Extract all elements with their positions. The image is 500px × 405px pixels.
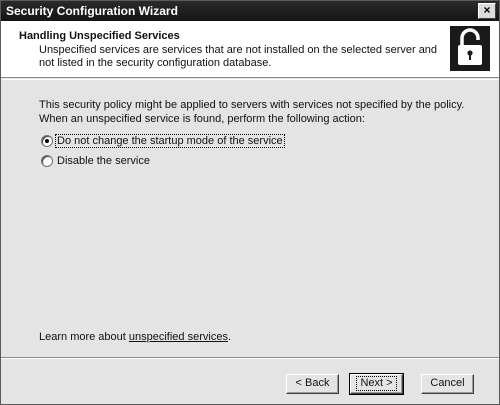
option-keep-startup-mode[interactable]: Do not change the startup mode of the se…: [41, 133, 285, 149]
back-button[interactable]: < Back: [286, 374, 339, 394]
footer-divider: [1, 357, 499, 359]
next-button-label: Next >: [356, 376, 397, 391]
next-button[interactable]: Next >: [349, 373, 404, 395]
wizard-header: Handling Unspecified Services Unspecifie…: [1, 21, 499, 78]
title-bar[interactable]: Security Configuration Wizard ×: [1, 1, 499, 21]
learn-more: Learn more about unspecified services.: [39, 331, 231, 343]
cancel-button-label: Cancel: [430, 377, 465, 389]
padlock-icon: [450, 26, 490, 71]
option-disable-service[interactable]: Disable the service: [41, 153, 151, 169]
option-label[interactable]: Disable the service: [56, 155, 151, 167]
close-icon: ×: [483, 3, 491, 17]
window-title: Security Configuration Wizard: [6, 4, 178, 18]
instructions-text: This security policy might be applied to…: [39, 99, 465, 125]
cancel-button[interactable]: Cancel: [421, 374, 474, 394]
close-button[interactable]: ×: [478, 3, 496, 19]
learn-more-suffix: .: [227, 331, 232, 343]
radio-keep-startup-mode[interactable]: [41, 135, 53, 147]
page-title: Handling Unspecified Services: [19, 30, 180, 42]
back-button-label: < Back: [295, 377, 330, 389]
unspecified-services-link[interactable]: unspecified services: [129, 331, 228, 343]
learn-more-prefix: Learn more about: [39, 331, 129, 343]
header-divider: [1, 79, 499, 80]
wizard-window: Security Configuration Wizard × Handling…: [0, 0, 500, 405]
page-description: Unspecified services are services that a…: [39, 44, 438, 69]
option-label[interactable]: Do not change the startup mode of the se…: [55, 134, 285, 148]
radio-disable-service[interactable]: [41, 155, 53, 167]
